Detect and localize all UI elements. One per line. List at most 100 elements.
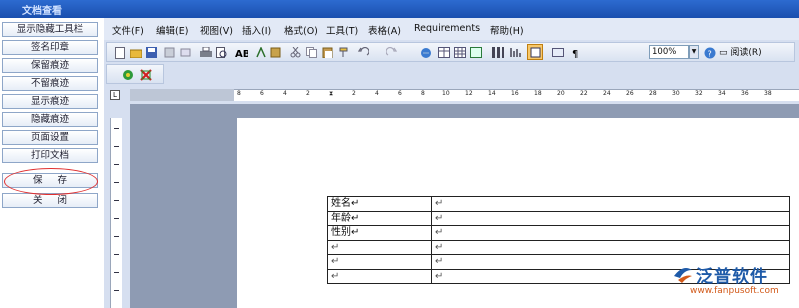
insert-table-icon[interactable] xyxy=(453,46,466,59)
signature-stamp-button[interactable]: 签名印章 xyxy=(2,40,98,55)
tables-icon[interactable] xyxy=(437,46,450,59)
svg-text:ABC: ABC xyxy=(235,49,248,59)
help-icon[interactable]: ? xyxy=(703,46,716,59)
new-icon[interactable] xyxy=(113,46,126,59)
ruler-label: 36 xyxy=(741,90,749,97)
read-icon: ▭ xyxy=(719,48,731,58)
table-cell[interactable]: ↵ xyxy=(431,196,790,212)
ruler-label: 16 xyxy=(511,90,519,97)
save-icon[interactable] xyxy=(145,46,158,59)
no-revisions-button[interactable]: 不留痕迹 xyxy=(2,76,98,91)
print-preview-icon[interactable] xyxy=(215,46,228,59)
ruler-label: 38 xyxy=(764,90,772,97)
hide-revisions-button[interactable]: 隐藏痕迹 xyxy=(2,112,98,127)
toggle-toolbar-button[interactable]: 显示隐藏工具栏 xyxy=(2,22,98,37)
tab-selector[interactable]: L xyxy=(110,90,120,100)
standard-toolbar: ABC ¶ 100% ▼ ? ▭ 阅读(R) xyxy=(106,42,795,62)
menu-file[interactable]: 文件(F) xyxy=(112,23,144,37)
hyperlink-icon[interactable] xyxy=(419,46,432,59)
paragraph-mark-icon[interactable]: ¶ xyxy=(569,46,582,59)
table-row: 性别↵ ↵ xyxy=(327,225,790,241)
page-setup-button[interactable]: 页面设置 xyxy=(2,130,98,145)
ruler-label: 8 xyxy=(237,90,241,97)
stop-icon[interactable] xyxy=(139,68,152,81)
copy-icon[interactable] xyxy=(305,46,318,59)
spelling-icon[interactable]: ABC xyxy=(235,46,248,59)
ruler-label: 18 xyxy=(534,90,542,97)
menu-insert[interactable]: 插入(I) xyxy=(242,23,271,37)
ruler-label: 6 xyxy=(398,90,402,97)
horizontal-ruler: 8 6 4 2 ⧗ 2 4 6 8 10 12 14 16 18 20 22 2… xyxy=(130,89,799,101)
menu-table[interactable]: 表格(A) xyxy=(368,23,401,37)
table-cell[interactable]: 性别↵ xyxy=(327,225,432,241)
undo-icon[interactable] xyxy=(357,46,370,59)
cut-icon[interactable] xyxy=(289,46,302,59)
zoom-select[interactable]: 100% xyxy=(649,45,689,59)
columns-icon[interactable] xyxy=(491,46,504,59)
ruler-label: 26 xyxy=(626,90,634,97)
watermark-url: www.fanpusoft.com xyxy=(690,286,779,296)
document-map-icon[interactable] xyxy=(527,44,543,60)
menu-tools[interactable]: 工具(T) xyxy=(326,23,358,37)
table-cell[interactable]: ↵ xyxy=(327,239,432,255)
sidebar: 显示隐藏工具栏 签名印章 保留痕迹 不留痕迹 显示痕迹 隐藏痕迹 页面设置 打印… xyxy=(0,18,104,308)
table-cell[interactable]: ↵ xyxy=(431,225,790,241)
table-cell[interactable]: 年龄↵ xyxy=(327,210,432,226)
watermark-brand: 泛普软件 xyxy=(696,267,768,287)
ruler-label: 12 xyxy=(465,90,473,97)
indent-marker-icon[interactable]: ⧗ xyxy=(329,90,333,98)
email-icon[interactable] xyxy=(179,46,192,59)
table-cell[interactable]: 姓名↵ xyxy=(327,196,432,212)
paste-icon[interactable] xyxy=(321,46,334,59)
research-icon[interactable] xyxy=(255,46,268,59)
ruler-label: 24 xyxy=(603,90,611,97)
print-icon[interactable] xyxy=(199,46,212,59)
menu-help[interactable]: 帮助(H) xyxy=(490,23,524,37)
ruler-label: 4 xyxy=(375,90,379,97)
redo-icon[interactable] xyxy=(385,46,398,59)
vertical-ruler xyxy=(110,118,122,308)
ruler-label: 10 xyxy=(442,90,450,97)
keep-revisions-button[interactable]: 保留痕迹 xyxy=(2,58,98,73)
fanpu-logo-icon xyxy=(674,268,692,283)
table-cell[interactable]: ↵ xyxy=(327,268,432,284)
table-cell[interactable]: ↵ xyxy=(327,254,432,270)
read-button[interactable]: ▭ 阅读(R) xyxy=(719,45,762,58)
ruler-label: 34 xyxy=(718,90,726,97)
ruler-label: 14 xyxy=(488,90,496,97)
menu-bar: 文件(F) 编辑(E) 视图(V) 插入(I) 格式(O) 工具(T) 表格(A… xyxy=(104,18,799,40)
save-button[interactable]: 保 存 xyxy=(2,173,98,188)
permission-icon[interactable] xyxy=(163,46,176,59)
menu-requirements[interactable]: Requirements xyxy=(414,23,480,34)
ruler-label: 32 xyxy=(695,90,703,97)
ruler-label: 22 xyxy=(580,90,588,97)
chevron-down-icon[interactable]: ▼ xyxy=(689,45,699,59)
excel-icon[interactable] xyxy=(469,46,482,59)
revision-toolbar xyxy=(106,64,164,84)
table-row: ↵ ↵ xyxy=(327,239,790,255)
ruler-label: 6 xyxy=(260,90,264,97)
ruler-label: 4 xyxy=(283,90,287,97)
print-document-button[interactable]: 打印文档 xyxy=(2,148,98,163)
show-revisions-button[interactable]: 显示痕迹 xyxy=(2,94,98,109)
window-title: 文档查看 xyxy=(22,6,62,17)
document-icon[interactable] xyxy=(269,46,282,59)
open-icon[interactable] xyxy=(129,46,142,59)
menu-format[interactable]: 格式(O) xyxy=(284,23,318,37)
watermark-logo: 泛普软件 www.fanpusoft.com xyxy=(666,262,799,308)
close-button[interactable]: 关 闭 xyxy=(2,193,98,208)
menu-view[interactable]: 视图(V) xyxy=(200,23,233,37)
window-titlebar: 文档查看 xyxy=(0,0,799,18)
drawing-icon[interactable] xyxy=(509,46,522,59)
table-row: 姓名↵ ↵ xyxy=(327,196,790,212)
table-row: 年龄↵ ↵ xyxy=(327,210,790,226)
ruler-label: 2 xyxy=(306,90,310,97)
table-cell[interactable]: ↵ xyxy=(431,239,790,255)
show-hide-icon[interactable] xyxy=(551,46,564,59)
format-painter-icon[interactable] xyxy=(337,46,350,59)
record-icon[interactable] xyxy=(121,68,134,81)
menu-edit[interactable]: 编辑(E) xyxy=(156,23,188,37)
table-cell[interactable]: ↵ xyxy=(431,210,790,226)
ruler-label: 2 xyxy=(352,90,356,97)
ruler-label: 30 xyxy=(672,90,680,97)
